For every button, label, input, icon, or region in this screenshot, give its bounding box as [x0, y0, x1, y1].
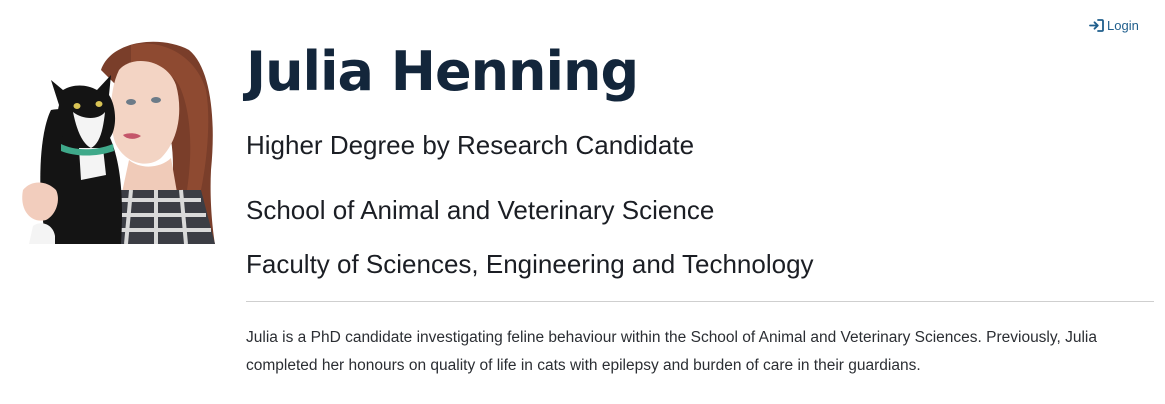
profile-photo-image — [11, 40, 215, 244]
profile-position: Higher Degree by Research Candidate — [246, 130, 695, 160]
profile-bio: Julia is a PhD candidate investigating f… — [246, 329, 1097, 374]
profile-name: Julia Henning — [246, 40, 639, 103]
profile-faculty: Faculty of Sciences, Engineering and Tec… — [246, 249, 814, 279]
profile-page: Login Julia Henning Higher Degree by Res… — [0, 0, 1165, 404]
sign-in-icon — [1089, 19, 1104, 32]
profile-photo — [11, 40, 215, 244]
login-link[interactable]: Login — [1089, 18, 1139, 33]
login-label: Login — [1107, 18, 1139, 33]
profile-school: School of Animal and Veterinary Science — [246, 195, 715, 225]
divider — [246, 301, 1154, 302]
profile-info: Julia Henning Higher Degree by Research … — [246, 36, 1154, 380]
